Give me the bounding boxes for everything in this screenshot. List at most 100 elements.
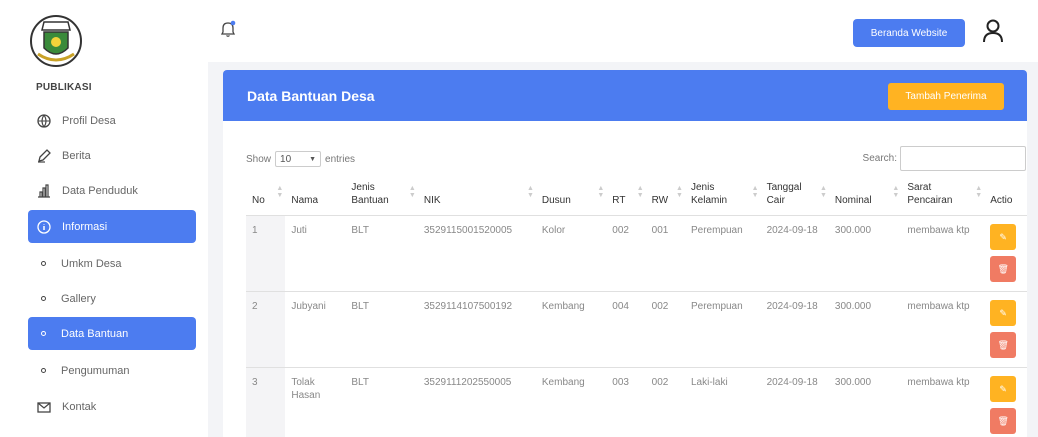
chart-icon xyxy=(36,183,52,199)
cell-nama: Tolak Hasan xyxy=(285,367,346,437)
topbar: Beranda Website xyxy=(208,0,1038,62)
sidebar-item-kontak[interactable]: Kontak xyxy=(28,390,196,423)
table-row: 2 Jubyani BLT 3529114107500192 Kembang 0… xyxy=(246,291,1027,368)
app: PUBLIKASI Profil Desa Berita Data Pendud… xyxy=(0,0,1038,437)
cell-rt: 003 xyxy=(606,367,646,437)
user-icon[interactable] xyxy=(982,18,1004,44)
entries-label: entries xyxy=(325,153,356,165)
cell-nama: Juti xyxy=(285,215,346,292)
village-logo xyxy=(30,15,82,67)
trash-icon: 🗑 xyxy=(997,339,1009,350)
delete-button[interactable]: 🗑 xyxy=(990,332,1017,358)
search-label: Search: xyxy=(862,153,897,164)
delete-button[interactable]: 🗑 xyxy=(990,256,1017,282)
sidebar-item-label: Data Bantuan xyxy=(61,327,129,340)
table-row: 3 Tolak Hasan BLT 3529111202550005 Kemba… xyxy=(246,367,1027,437)
edit-button[interactable]: ✎ xyxy=(990,300,1017,326)
cell-dusun: Kembang xyxy=(535,291,607,368)
column-header-rw[interactable]: RW ▲ ▼ xyxy=(645,177,685,216)
cell-action: ✎ 🗑 xyxy=(984,215,1027,292)
card-title: Data Bantuan Desa xyxy=(247,87,375,104)
cell-tanggal-cair: 2024-09-18 xyxy=(760,367,829,437)
table-controls: Show 10 ▼ entries Search: xyxy=(246,146,1026,172)
sort-icon: ▲ ▼ xyxy=(975,185,983,199)
sort-icon: ▲ ▼ xyxy=(408,185,416,199)
cell-jenis-kelamin: Laki-laki xyxy=(684,367,761,437)
sidebar-item-data-penduduk[interactable]: Data Penduduk xyxy=(28,174,196,207)
sidebar-item-label: Pengumuman xyxy=(61,364,130,377)
sort-icon: ▲ ▼ xyxy=(676,185,683,199)
cell-no: 1 xyxy=(246,215,286,292)
column-header-jenis-kelamin[interactable]: Jenis Kelamin ▲ ▼ xyxy=(684,177,761,216)
cell-rt: 002 xyxy=(606,215,646,292)
cell-jenis-bantuan: BLT xyxy=(345,215,418,292)
cell-tanggal-cair: 2024-09-18 xyxy=(760,291,829,368)
sidebar-item-berita[interactable]: Berita xyxy=(28,139,196,172)
cell-jenis-kelamin: Perempuan xyxy=(684,215,761,292)
column-header-dusun[interactable]: Dusun ▲ ▼ xyxy=(535,177,607,216)
column-header-nik[interactable]: NIK ▲ ▼ xyxy=(417,177,536,216)
sort-icon: ▲ ▼ xyxy=(526,185,534,199)
cell-tanggal-cair: 2024-09-18 xyxy=(760,215,829,292)
bullet-icon xyxy=(41,296,46,301)
cell-rt: 004 xyxy=(606,291,646,368)
edit-button[interactable]: ✎ xyxy=(990,376,1017,402)
cell-dusun: Kolor xyxy=(535,215,607,292)
cell-sarat-pencairan: membawa ktp xyxy=(901,215,985,292)
cell-action: ✎ 🗑 xyxy=(984,291,1027,368)
sort-icon: ▲ ▼ xyxy=(892,185,900,199)
column-header-nominal[interactable]: Nominal ▲ ▼ xyxy=(828,177,902,216)
edit-button[interactable]: ✎ xyxy=(990,224,1017,250)
sidebar-item-label: Berita xyxy=(62,149,91,162)
mail-icon xyxy=(36,399,52,415)
edit-icon: ✎ xyxy=(999,383,1007,394)
entries-value: 10 xyxy=(280,153,292,165)
cell-nik: 3529111202550005 xyxy=(417,367,536,437)
cell-action: ✎ 🗑 xyxy=(984,367,1027,437)
sort-icon: ▲ ▼ xyxy=(276,185,284,199)
column-header-tanggal-cair[interactable]: Tanggal Cair ▲ ▼ xyxy=(760,177,829,216)
sidebar-item-label: Data Penduduk xyxy=(62,184,138,197)
column-header-rt[interactable]: RT ▲ ▼ xyxy=(606,177,646,216)
bullet-icon xyxy=(41,331,46,336)
sort-icon: ▲ ▼ xyxy=(636,185,644,199)
cell-nik: 3529115001520005 xyxy=(417,215,536,292)
sidebar-item-informasi[interactable]: Informasi xyxy=(28,210,196,243)
cell-nominal: 300.000 xyxy=(828,291,902,368)
search-control: Search: xyxy=(863,146,1026,171)
sidebar-item-gallery[interactable]: Gallery xyxy=(28,282,196,315)
cell-nama: Jubyani xyxy=(285,291,346,368)
card-header: Data Bantuan Desa Tambah Penerima xyxy=(223,70,1027,121)
cell-jenis-bantuan: BLT xyxy=(345,291,418,368)
edit-icon: ✎ xyxy=(999,307,1007,318)
sidebar: PUBLIKASI Profil Desa Berita Data Pendud… xyxy=(0,0,208,437)
beranda-website-button[interactable]: Beranda Website xyxy=(853,19,965,47)
cell-nik: 3529114107500192 xyxy=(417,291,536,368)
cell-rw: 002 xyxy=(645,367,685,437)
search-input[interactable] xyxy=(900,146,1026,171)
column-header-jenis-bantuan[interactable]: Jenis Bantuan ▲ ▼ xyxy=(345,177,418,216)
globe-icon xyxy=(36,113,52,129)
cell-sarat-pencairan: membawa ktp xyxy=(901,367,985,437)
notification-bell-icon[interactable] xyxy=(220,20,236,38)
sidebar-item-label: Profil Desa xyxy=(62,114,116,127)
sort-icon: ▲ ▼ xyxy=(751,185,759,199)
entries-select[interactable]: 10 ▼ xyxy=(275,151,322,167)
info-icon xyxy=(36,219,52,235)
tambah-penerima-button[interactable]: Tambah Penerima xyxy=(888,83,1004,110)
column-header-no[interactable]: No ▲ ▼ xyxy=(246,177,286,216)
cell-no: 3 xyxy=(246,367,286,437)
cell-sarat-pencairan: membawa ktp xyxy=(901,291,985,368)
sidebar-item-label: Gallery xyxy=(61,292,96,305)
cell-nominal: 300.000 xyxy=(828,215,902,292)
column-header-sarat-pencairan[interactable]: Sarat Pencairan ▲ ▼ xyxy=(901,177,985,216)
sidebar-item-data-bantuan[interactable]: Data Bantuan xyxy=(28,317,196,350)
sidebar-item-umkm-desa[interactable]: Umkm Desa xyxy=(28,247,196,280)
bullet-icon xyxy=(41,261,46,266)
sidebar-item-profil-desa[interactable]: Profil Desa xyxy=(28,104,196,137)
column-header-nama[interactable]: Nama xyxy=(285,177,346,216)
table-header-row: No ▲ ▼ Nama Jenis Bantuan ▲ ▼ NIK ▲ ▼ Dusun ▲ ▼ … xyxy=(246,177,1027,216)
bullet-icon xyxy=(41,368,46,373)
delete-button[interactable]: 🗑 xyxy=(990,408,1017,434)
sidebar-item-pengumuman[interactable]: Pengumuman xyxy=(28,354,196,387)
